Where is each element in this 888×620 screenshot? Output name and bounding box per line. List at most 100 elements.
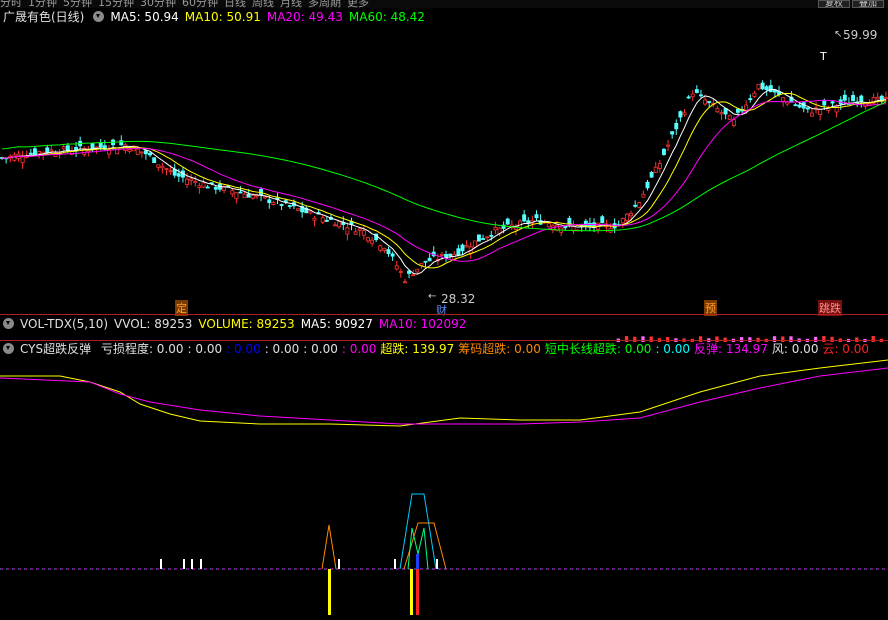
candle-body bbox=[756, 83, 761, 90]
period-tab[interactable]: 15分钟 bbox=[98, 0, 134, 8]
candle-body bbox=[45, 147, 50, 154]
candle bbox=[431, 246, 436, 258]
candle-body bbox=[859, 95, 864, 103]
cys-value: 云: 0.00 bbox=[822, 342, 870, 356]
candle bbox=[814, 101, 819, 114]
candle bbox=[818, 108, 823, 121]
period-tab[interactable]: 60分钟 bbox=[182, 0, 218, 8]
candle-body bbox=[567, 217, 572, 225]
candle-body bbox=[176, 173, 181, 177]
candle-body bbox=[324, 219, 329, 222]
candle-body bbox=[402, 281, 407, 284]
candle-body bbox=[657, 163, 662, 169]
period-tab[interactable]: 更多 bbox=[347, 0, 369, 8]
cys-value: 短中长线超跌: 0.00 bbox=[544, 342, 652, 356]
candle-body bbox=[752, 92, 757, 97]
candle bbox=[690, 90, 695, 102]
candle-body bbox=[830, 101, 835, 104]
cys-superfall-line bbox=[0, 359, 888, 427]
candle bbox=[645, 179, 650, 191]
candle-body bbox=[61, 146, 66, 150]
candle-body bbox=[378, 245, 383, 251]
candle-body bbox=[415, 268, 420, 273]
candle bbox=[139, 151, 144, 158]
candle-body bbox=[875, 96, 880, 100]
period-tab[interactable]: 月线 bbox=[280, 0, 302, 8]
candle-body bbox=[818, 108, 823, 116]
candle bbox=[90, 143, 95, 152]
candle bbox=[353, 227, 358, 235]
period-tab[interactable]: 日线 bbox=[224, 0, 246, 8]
candle-body bbox=[703, 99, 708, 105]
period-tab-bar: 分时 1分钟 5分钟 15分钟 30分钟 60分钟 日线 周线 月线 多周期 更多 bbox=[0, 0, 888, 8]
vol-menu-icon[interactable] bbox=[3, 318, 14, 329]
candle bbox=[686, 95, 691, 99]
candle bbox=[24, 150, 29, 159]
candlestick-chart[interactable] bbox=[0, 14, 888, 314]
candle-body bbox=[312, 217, 317, 221]
period-tab[interactable]: 分时 bbox=[0, 0, 22, 8]
candle-body bbox=[230, 190, 235, 195]
candle bbox=[267, 196, 272, 209]
candle-body bbox=[797, 104, 802, 108]
candle bbox=[715, 105, 720, 113]
candle-body bbox=[760, 82, 765, 90]
candle-body bbox=[201, 182, 206, 188]
candle bbox=[382, 247, 387, 254]
candle bbox=[485, 236, 490, 241]
high-price-label: 59.99 bbox=[843, 28, 878, 42]
candle bbox=[509, 220, 514, 230]
candle-body bbox=[398, 271, 403, 273]
candle bbox=[657, 159, 662, 173]
candle bbox=[386, 246, 391, 257]
candle-body bbox=[764, 86, 769, 90]
event-marker-t[interactable]: T bbox=[819, 50, 828, 63]
overlay-button[interactable]: 叠加 bbox=[852, 0, 884, 8]
cys-indicator-chart[interactable] bbox=[0, 358, 888, 620]
signal-tick bbox=[338, 559, 340, 569]
candle bbox=[333, 221, 338, 227]
candle-body bbox=[333, 224, 338, 227]
candle bbox=[649, 170, 654, 179]
candle-body bbox=[785, 101, 790, 105]
candle bbox=[698, 89, 703, 98]
signal-tick bbox=[394, 559, 396, 569]
candle bbox=[324, 216, 329, 223]
period-tab[interactable]: 30分钟 bbox=[140, 0, 176, 8]
period-tab[interactable]: 多周期 bbox=[308, 0, 341, 8]
candle-body bbox=[805, 107, 810, 110]
candle-body bbox=[152, 157, 157, 164]
candle-body bbox=[583, 220, 588, 227]
adjust-button[interactable]: 复权 bbox=[818, 0, 850, 8]
candle-body bbox=[242, 193, 247, 199]
period-tab[interactable]: 5分钟 bbox=[63, 0, 92, 8]
candle-body bbox=[127, 149, 132, 152]
candle-body bbox=[271, 202, 276, 205]
vvol-value: VVOL: 89253 bbox=[114, 317, 193, 331]
signal-tick bbox=[160, 559, 162, 569]
candle bbox=[522, 209, 527, 223]
candle-body bbox=[698, 94, 703, 97]
candle bbox=[8, 154, 13, 163]
candle-body bbox=[834, 105, 839, 113]
candle bbox=[82, 146, 87, 157]
candle bbox=[164, 167, 169, 176]
candle-body bbox=[439, 253, 444, 256]
signal-tick bbox=[436, 559, 438, 569]
candle bbox=[497, 227, 502, 237]
candle-body bbox=[279, 204, 284, 206]
candle-body bbox=[296, 208, 301, 211]
candle bbox=[641, 190, 646, 198]
candle bbox=[550, 224, 555, 234]
cys-value: : 0.00 bbox=[341, 342, 377, 356]
candle bbox=[370, 237, 375, 247]
candle bbox=[423, 260, 428, 267]
period-tab[interactable]: 1分钟 bbox=[28, 0, 57, 8]
period-tab[interactable]: 周线 bbox=[252, 0, 274, 8]
candle-body bbox=[472, 240, 477, 248]
candle-body bbox=[193, 180, 198, 183]
cys-value: : 0.00 bbox=[303, 342, 338, 356]
candle bbox=[768, 79, 773, 93]
cys-menu-icon[interactable] bbox=[3, 343, 14, 354]
candle-body bbox=[715, 108, 720, 113]
